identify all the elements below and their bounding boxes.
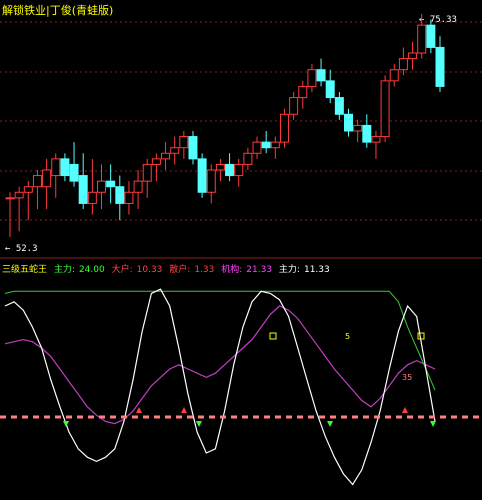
candle-body <box>252 141 262 154</box>
candle-body <box>115 186 125 204</box>
candle-body <box>151 158 161 165</box>
candle-body <box>362 124 372 143</box>
candle-body <box>334 97 344 115</box>
marker-label: 35 <box>402 373 412 382</box>
candle-body <box>215 163 225 171</box>
candle-body <box>32 175 42 188</box>
candle-body <box>261 141 271 149</box>
candle-body <box>170 147 180 154</box>
candle-body <box>106 180 116 188</box>
candle-body <box>142 163 152 182</box>
sell-arrow-icon <box>181 407 187 413</box>
buy-arrow-icon <box>327 421 333 427</box>
candle-body <box>23 186 33 193</box>
candle-body <box>96 180 106 193</box>
candle-body <box>234 163 244 177</box>
candle-body <box>316 69 326 82</box>
green-indicator-line <box>4 290 436 391</box>
candle-body <box>380 80 390 138</box>
marker-label: 5 <box>345 332 350 341</box>
candle-body <box>325 80 335 99</box>
candle-body <box>133 180 143 193</box>
candle-body <box>279 113 289 143</box>
candle-body <box>225 163 235 177</box>
candle-body <box>87 191 97 204</box>
candle-body <box>426 24 436 48</box>
candle-body <box>161 152 171 160</box>
candle-body <box>197 158 207 193</box>
candle-body <box>307 69 317 87</box>
candle-body <box>78 175 88 204</box>
white-indicator-line <box>4 288 436 486</box>
sell-arrow-icon <box>402 407 408 413</box>
candle-body <box>417 24 427 54</box>
candle-body <box>188 136 198 160</box>
candle-body <box>14 191 24 199</box>
candle-body <box>60 158 70 177</box>
candle-body <box>124 191 134 204</box>
indicator-panel: 5 35 <box>0 288 482 486</box>
stock-chart[interactable]: 5 35 <box>0 0 482 500</box>
candle-body <box>69 163 79 182</box>
buy-arrow-icon <box>63 421 69 427</box>
candle-body <box>371 136 381 143</box>
sell-arrow-icon <box>136 407 142 413</box>
buy-arrow-icon <box>430 421 436 427</box>
candle-body <box>270 141 280 149</box>
candle-body <box>206 169 216 193</box>
candle-body <box>344 113 354 132</box>
square-marker <box>269 332 277 340</box>
buy-arrow-icon <box>196 421 202 427</box>
candle-body <box>398 58 408 71</box>
candle-body <box>435 46 445 87</box>
candle-body <box>389 69 399 82</box>
candle-body <box>408 52 418 60</box>
candle-body <box>289 97 299 115</box>
candle-body <box>42 169 52 188</box>
magenta-indicator-line <box>4 305 436 425</box>
candle-body <box>243 152 253 165</box>
candlestick-series <box>5 14 445 237</box>
candle-body <box>5 197 15 200</box>
candle-body <box>179 136 189 149</box>
candle-body <box>353 124 363 132</box>
candle-body <box>298 85 308 99</box>
candle-body <box>51 158 61 177</box>
